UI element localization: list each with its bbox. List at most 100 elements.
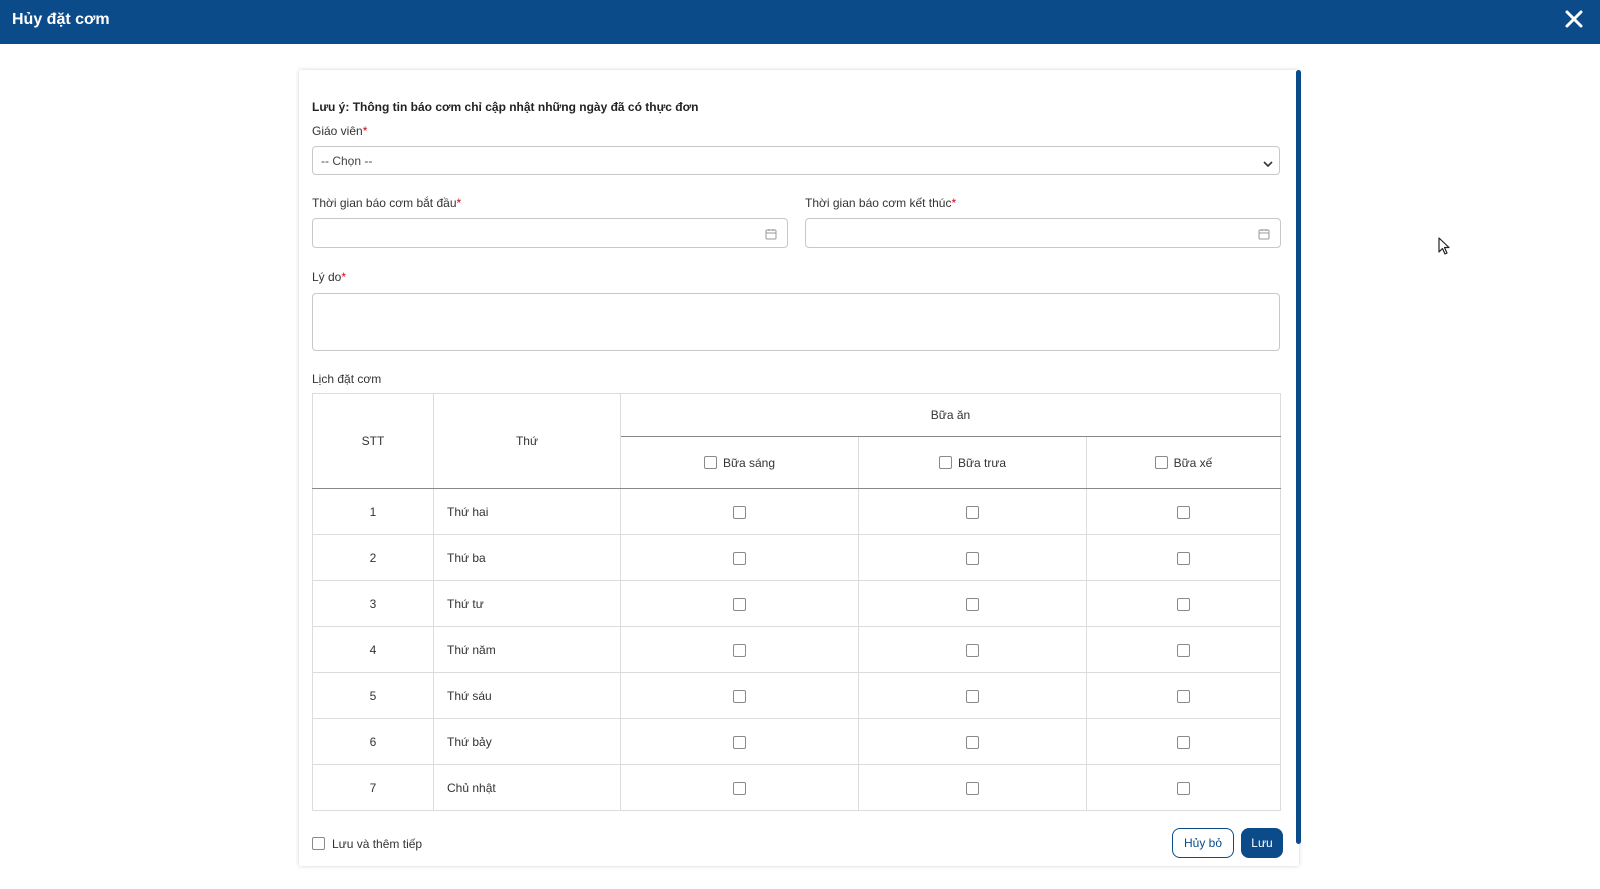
required-mark: *: [456, 196, 462, 210]
required-mark: *: [341, 270, 347, 284]
table-row: 6 Thứ bảy: [312, 718, 1281, 765]
breakfast-checkbox[interactable]: [733, 735, 746, 749]
cancel-button[interactable]: Hủy bỏ: [1172, 828, 1234, 858]
breakfast-checkbox[interactable]: [733, 505, 746, 519]
save-button[interactable]: Lưu: [1241, 828, 1283, 858]
reason-textarea[interactable]: [312, 293, 1280, 351]
row-stt: 4: [312, 626, 434, 673]
select-all-breakfast-checkbox[interactable]: [703, 456, 717, 470]
lunch-checkbox[interactable]: [966, 781, 979, 795]
row-stt: 2: [312, 534, 434, 581]
snack-checkbox[interactable]: [1177, 781, 1190, 795]
lunch-checkbox[interactable]: [966, 735, 979, 749]
required-mark: *: [951, 196, 957, 210]
save-and-continue-option[interactable]: Lưu và thêm tiếp: [312, 836, 422, 851]
teacher-select-value: -- Chọn --: [321, 154, 373, 168]
scrollbar[interactable]: [1296, 70, 1301, 844]
end-date-label: Thời gian báo cơm kết thúc*: [805, 196, 956, 210]
lunch-checkbox[interactable]: [966, 551, 979, 565]
schedule-table: STT Thứ Bữa ăn Bữa sáng Bữa trưa Bữa xế …: [312, 393, 1281, 811]
cell-lunch: [858, 718, 1087, 765]
cell-lunch: [858, 580, 1087, 627]
breakfast-checkbox[interactable]: [733, 597, 746, 611]
cell-breakfast: [620, 718, 859, 765]
snack-checkbox[interactable]: [1177, 551, 1190, 565]
snack-checkbox[interactable]: [1177, 597, 1190, 611]
cell-snack: [1086, 626, 1281, 673]
breakfast-checkbox[interactable]: [733, 643, 746, 657]
meal-header-label: Bữa trưa: [957, 455, 1007, 470]
snack-checkbox[interactable]: [1177, 735, 1190, 749]
teacher-label: Giáo viên*: [312, 124, 367, 138]
table-row: 1 Thứ hai: [312, 488, 1281, 535]
end-date-label-text: Thời gian báo cơm kết thúc: [805, 196, 952, 210]
cell-snack: [1086, 488, 1281, 535]
save-and-continue-label: Lưu và thêm tiếp: [332, 836, 423, 851]
column-header-stt: STT: [312, 393, 434, 489]
table-row: 4 Thứ năm: [312, 626, 1281, 673]
teacher-select[interactable]: -- Chọn --: [312, 146, 1280, 175]
table-row: 3 Thứ tư: [312, 580, 1281, 627]
reason-label-text: Lý do: [312, 270, 342, 284]
end-date-input[interactable]: [805, 218, 1281, 248]
cell-lunch: [858, 534, 1087, 581]
meal-header-breakfast: Bữa sáng: [620, 436, 859, 489]
cell-lunch: [858, 626, 1087, 673]
chevron-down-icon: [1263, 157, 1273, 168]
snack-checkbox[interactable]: [1177, 505, 1190, 519]
table-row: 2 Thứ ba: [312, 534, 1281, 581]
lunch-checkbox[interactable]: [966, 597, 979, 611]
table-row: 7 Chủ nhật: [312, 764, 1281, 811]
meal-header-snack: Bữa xế: [1086, 436, 1281, 489]
breakfast-checkbox[interactable]: [733, 689, 746, 703]
cell-snack: [1086, 718, 1281, 765]
required-mark: *: [362, 124, 368, 138]
mouse-cursor-icon: [1438, 237, 1452, 257]
cell-lunch: [858, 488, 1087, 535]
row-stt: 7: [312, 764, 434, 811]
cell-breakfast: [620, 626, 859, 673]
row-day: Thứ bảy: [433, 718, 621, 765]
cell-breakfast: [620, 672, 859, 719]
column-header-day: Thứ: [433, 393, 621, 489]
modal-title: Hủy đặt cơm: [12, 11, 110, 28]
snack-checkbox[interactable]: [1177, 689, 1190, 703]
form-card: Lưu ý: Thông tin báo cơm chỉ cập nhật nh…: [299, 70, 1299, 866]
snack-checkbox[interactable]: [1177, 643, 1190, 657]
cell-snack: [1086, 534, 1281, 581]
teacher-label-text: Giáo viên: [312, 124, 363, 138]
cell-breakfast: [620, 580, 859, 627]
start-date-input[interactable]: [312, 218, 788, 248]
meal-header-label: Bữa xế: [1173, 455, 1213, 470]
cell-breakfast: [620, 488, 859, 535]
row-day: Chủ nhật: [433, 764, 621, 811]
schedule-label: Lịch đặt cơm: [312, 372, 382, 386]
select-all-snack-checkbox[interactable]: [1154, 456, 1168, 470]
cell-breakfast: [620, 764, 859, 811]
calendar-icon[interactable]: [1258, 227, 1270, 240]
row-stt: 6: [312, 718, 434, 765]
modal-header: Hủy đặt cơm: [0, 0, 1600, 44]
reason-label: Lý do*: [312, 270, 346, 284]
start-date-label-text: Thời gian báo cơm bắt đầu: [312, 196, 457, 210]
select-all-lunch-checkbox[interactable]: [938, 456, 952, 470]
close-icon[interactable]: [1562, 7, 1586, 31]
cell-lunch: [858, 764, 1087, 811]
row-day: Thứ hai: [433, 488, 621, 535]
start-date-label: Thời gian báo cơm bắt đầu*: [312, 196, 461, 210]
row-stt: 5: [312, 672, 434, 719]
save-and-continue-checkbox[interactable]: [312, 837, 325, 851]
breakfast-checkbox[interactable]: [733, 781, 746, 795]
lunch-checkbox[interactable]: [966, 689, 979, 703]
lunch-checkbox[interactable]: [966, 643, 979, 657]
breakfast-checkbox[interactable]: [733, 551, 746, 565]
meal-header-lunch: Bữa trưa: [858, 436, 1087, 489]
lunch-checkbox[interactable]: [966, 505, 979, 519]
row-day: Thứ tư: [433, 580, 621, 627]
calendar-icon[interactable]: [765, 227, 777, 240]
cell-snack: [1086, 672, 1281, 719]
cell-breakfast: [620, 534, 859, 581]
form-note: Lưu ý: Thông tin báo cơm chỉ cập nhật nh…: [312, 100, 699, 114]
row-stt: 3: [312, 580, 434, 627]
table-row: 5 Thứ sáu: [312, 672, 1281, 719]
